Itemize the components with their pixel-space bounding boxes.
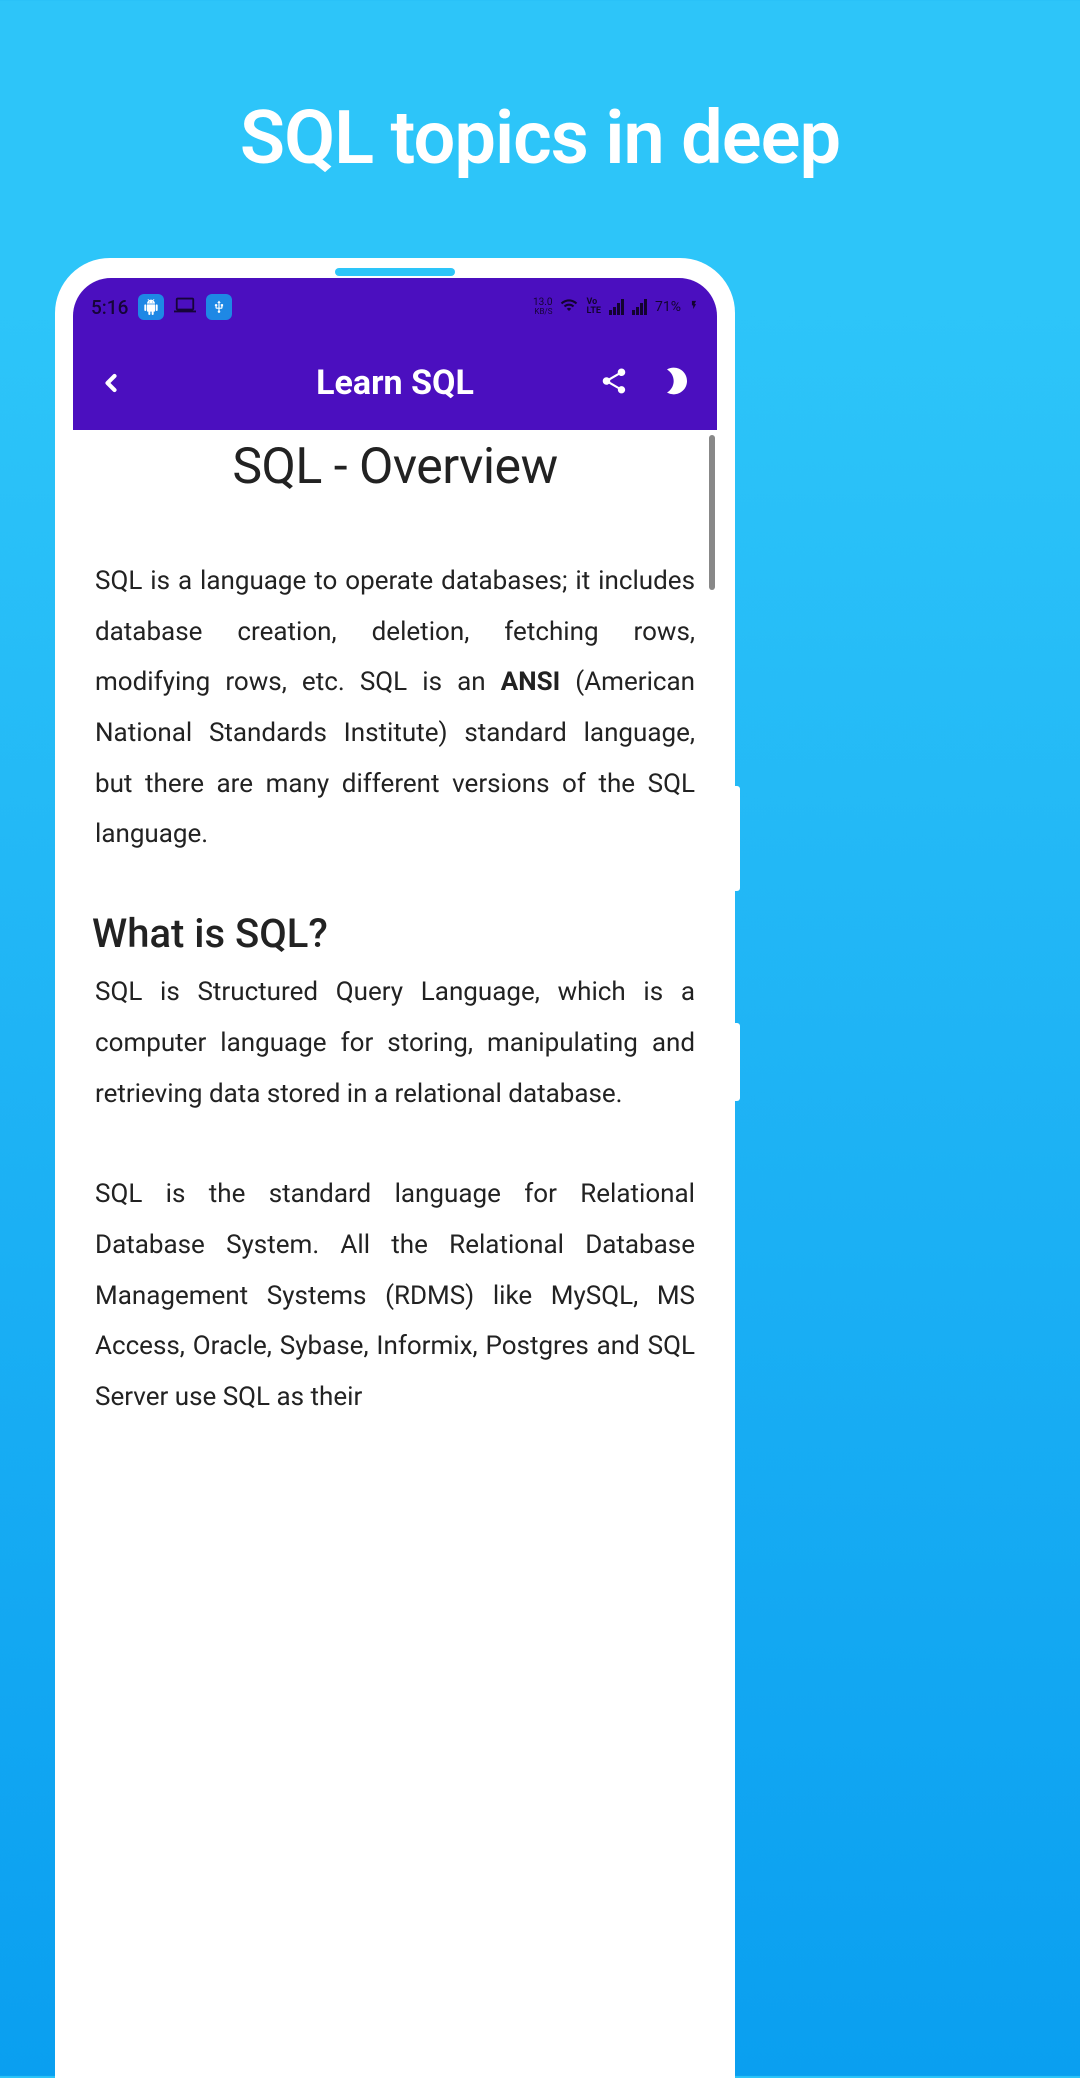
status-right: 13.0 KB/S VoLTE [533, 296, 699, 318]
android-icon [138, 294, 164, 320]
speaker-notch [335, 268, 455, 276]
what-is-sql-paragraph: SQL is Structured Query Language, which … [95, 967, 695, 1119]
promo-title: SQL topics in deep [0, 0, 1080, 182]
page-heading: SQL - Overview [95, 438, 695, 496]
signal-icon-1 [609, 299, 624, 315]
signal-icon-2 [632, 299, 647, 315]
volume-button [730, 786, 740, 891]
status-time: 5:16 [91, 296, 128, 319]
wifi-icon [560, 296, 578, 318]
header-actions [599, 365, 693, 401]
rdms-paragraph: SQL is the standard language for Relatio… [95, 1169, 695, 1422]
volte-icon: VoLTE [586, 298, 601, 316]
battery-text: 71% [655, 299, 681, 315]
charging-icon [689, 297, 699, 317]
overview-paragraph: SQL is a language to operate databases; … [95, 556, 695, 860]
scroll-indicator[interactable] [709, 435, 715, 590]
share-icon[interactable] [599, 366, 629, 400]
laptop-icon [174, 294, 196, 321]
phone-frame: 5:16 13.0 KB/S VoLTE [55, 258, 735, 2078]
content-area[interactable]: SQL - Overview SQL is a language to oper… [73, 430, 717, 2078]
status-bar: 5:16 13.0 KB/S VoLTE [73, 278, 717, 336]
usb-icon [206, 294, 232, 320]
back-button[interactable] [97, 360, 137, 407]
data-speed: 13.0 KB/S [533, 298, 553, 316]
app-title: Learn SQL [316, 363, 474, 403]
power-button [730, 1023, 740, 1101]
phone-screen: 5:16 13.0 KB/S VoLTE [73, 278, 717, 2078]
status-left: 5:16 [91, 294, 232, 321]
app-header: Learn SQL [73, 336, 717, 430]
dark-mode-icon[interactable] [661, 365, 693, 401]
section-heading: What is SQL? [92, 910, 695, 957]
